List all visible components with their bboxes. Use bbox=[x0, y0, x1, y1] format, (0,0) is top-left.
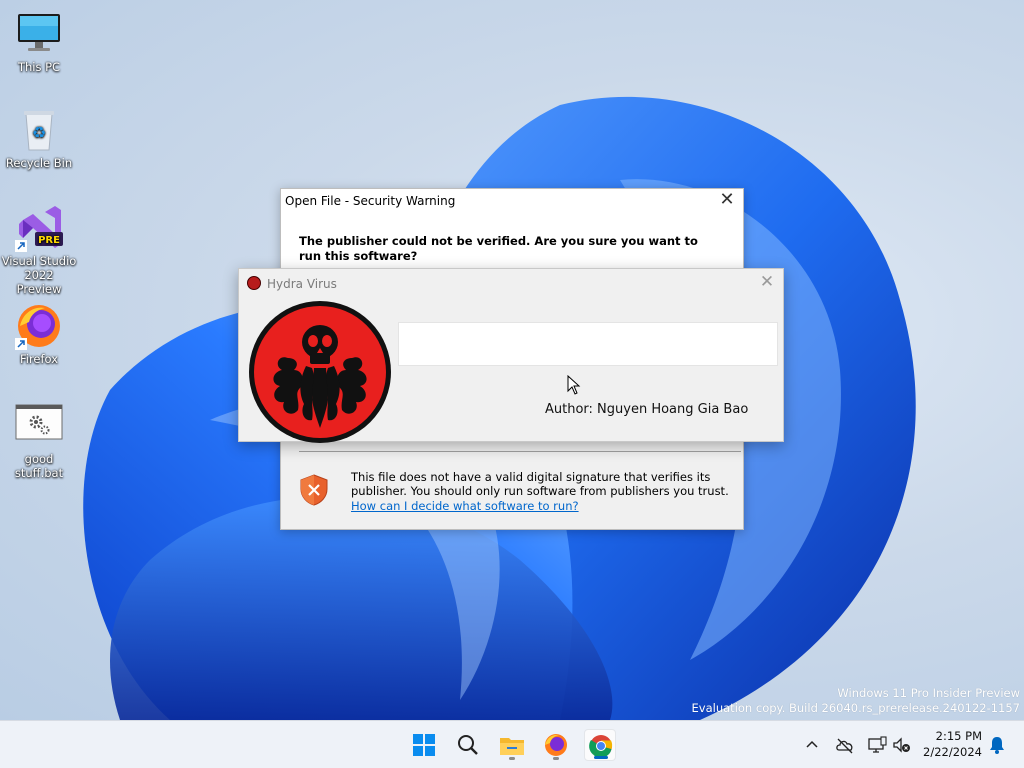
desktop-icon-recycle-bin[interactable]: ♻ Recycle Bin bbox=[1, 106, 77, 170]
taskbar: 2:15 PM 2/22/2024 bbox=[0, 720, 1024, 768]
help-link[interactable]: How can I decide what software to run? bbox=[351, 499, 579, 513]
desktop-icon-this-pc[interactable]: This PC bbox=[1, 10, 77, 74]
firefox-taskbar-button[interactable] bbox=[540, 729, 572, 761]
desktop-icon-firefox[interactable]: Firefox bbox=[1, 302, 77, 366]
system-clock[interactable]: 2:15 PM 2/22/2024 bbox=[918, 728, 982, 760]
dialog-header: The publisher could not be verified. Are… bbox=[281, 213, 743, 273]
clock-time: 2:15 PM bbox=[935, 729, 982, 743]
running-indicator bbox=[509, 757, 515, 760]
chrome-taskbar-button[interactable] bbox=[584, 729, 616, 761]
visual-studio-icon: PRE bbox=[15, 204, 63, 252]
running-indicator bbox=[553, 757, 559, 760]
watermark-line-1: Windows 11 Pro Insider Preview bbox=[837, 686, 1020, 700]
start-button[interactable] bbox=[408, 729, 440, 761]
dialog-titlebar[interactable]: Open File - Security Warning ✕ bbox=[281, 189, 743, 213]
hydra-app-icon bbox=[247, 276, 261, 290]
watermark-line-2: Evaluation copy. Build 26040.rs_prerelea… bbox=[691, 701, 1020, 715]
notifications-bell-icon[interactable] bbox=[986, 734, 1008, 756]
network-icon[interactable] bbox=[866, 734, 888, 756]
batch-file-icon bbox=[15, 402, 63, 450]
desktop-icon-good-stuff-bat[interactable]: good stuff.bat bbox=[1, 402, 77, 480]
close-button[interactable]: ✕ bbox=[717, 191, 737, 211]
svg-text:♻: ♻ bbox=[32, 123, 46, 142]
hydra-text-field[interactable] bbox=[398, 322, 778, 366]
hydra-close-button[interactable]: ✕ bbox=[757, 272, 777, 292]
search-icon bbox=[458, 735, 478, 755]
computer-icon bbox=[15, 10, 63, 58]
author-label: Author: Nguyen Hoang Gia Bao bbox=[545, 402, 749, 417]
desktop-icon-visual-studio[interactable]: PRE Visual Studio 2022 Preview bbox=[1, 204, 77, 296]
hydra-logo bbox=[249, 301, 391, 443]
windows-start-icon bbox=[413, 734, 435, 756]
mouse-cursor bbox=[567, 375, 581, 395]
firefox-icon bbox=[15, 302, 63, 350]
signature-warning-text: This file does not have a valid digital … bbox=[351, 470, 729, 498]
onedrive-offline-icon[interactable] bbox=[834, 734, 856, 756]
dialog-title: Open File - Security Warning bbox=[285, 194, 456, 208]
hydra-window-title: Hydra Virus bbox=[267, 277, 337, 291]
hydra-titlebar[interactable]: Hydra Virus ✕ bbox=[239, 269, 783, 297]
divider bbox=[299, 451, 741, 452]
windows-evaluation-watermark: Windows 11 Pro Insider Preview Evaluatio… bbox=[692, 686, 1020, 716]
volume-muted-icon[interactable] bbox=[891, 734, 913, 756]
chevron-up-icon[interactable] bbox=[801, 734, 823, 756]
clock-date: 2/22/2024 bbox=[923, 745, 982, 759]
shield-warning-icon bbox=[300, 474, 328, 506]
search-button[interactable] bbox=[452, 729, 484, 761]
hydra-virus-window: Hydra Virus ✕ Author: Nguyen Hoang Gia B… bbox=[238, 268, 784, 443]
pre-badge: PRE bbox=[38, 235, 60, 246]
recycle-bin-icon: ♻ bbox=[15, 106, 63, 154]
publisher-question: The publisher could not be verified. Are… bbox=[299, 234, 698, 263]
active-indicator bbox=[594, 756, 608, 759]
file-explorer-button[interactable] bbox=[496, 729, 528, 761]
